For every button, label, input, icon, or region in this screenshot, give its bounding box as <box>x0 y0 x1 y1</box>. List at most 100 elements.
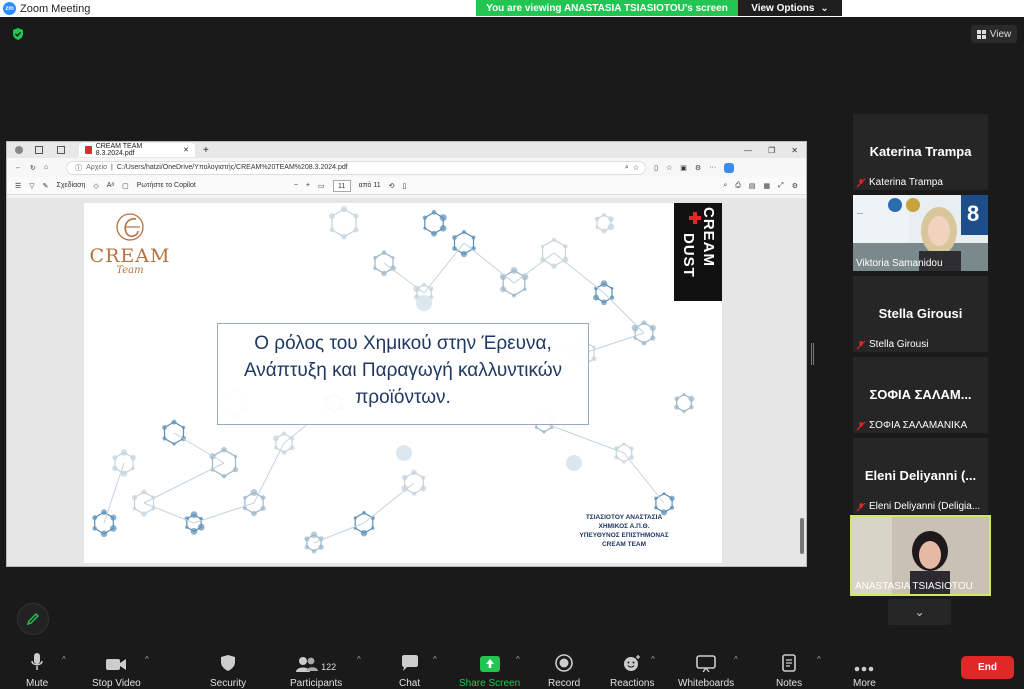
view-button[interactable]: View <box>971 25 1017 43</box>
whiteboards-options-caret[interactable]: ^ <box>734 655 738 664</box>
reactions-options-caret[interactable]: ^ <box>651 655 655 664</box>
collections-icon[interactable]: ▣ <box>680 164 687 172</box>
participant-tile[interactable]: ΣΟΦΙΑ ΣΑΛΑΜ... ΣΟΦΙΑ ΣΑΛΑΜΑΝΙΚΑ <box>853 357 988 433</box>
mic-muted-icon <box>856 502 866 511</box>
more-browser-icon[interactable]: ··· <box>709 164 716 171</box>
share-options-caret[interactable]: ^ <box>516 655 520 664</box>
favorite-star-icon[interactable]: ☆ <box>633 164 645 172</box>
find-icon[interactable]: ⌕ <box>723 182 727 190</box>
participant-tile[interactable]: Stella Girousi Stella Girousi <box>853 276 988 352</box>
mic-muted-icon <box>856 178 866 187</box>
active-speaker-tile[interactable]: ANASTASIA TSIASIOTOU <box>850 515 991 596</box>
save-icon[interactable]: ▤ <box>749 182 756 190</box>
split-screen-icon[interactable]: ▯ <box>654 164 658 172</box>
video-camera-icon <box>106 659 127 670</box>
participants-options-caret[interactable]: ^ <box>357 655 361 664</box>
more-button[interactable]: More <box>853 650 876 689</box>
stop-video-button[interactable]: Stop Video <box>92 650 141 689</box>
annotate-button[interactable] <box>17 603 49 635</box>
tab-actions-icon[interactable] <box>57 146 65 154</box>
contents-icon[interactable]: ☰ <box>15 182 21 190</box>
window-title: Zoom Meeting <box>20 2 91 15</box>
save-as-icon[interactable]: ▦ <box>763 182 770 190</box>
info-icon[interactable]: ⓘ <box>75 163 82 173</box>
highlight-icon[interactable]: ▽ <box>29 182 34 190</box>
resize-handle[interactable] <box>811 343 814 365</box>
notes-icon <box>782 654 796 672</box>
end-meeting-button[interactable]: End <box>961 656 1014 679</box>
view-options-button[interactable]: View Options ⌄ <box>738 0 842 16</box>
reactions-button[interactable]: Reactions <box>610 650 654 689</box>
pdf-scrollbar[interactable] <box>800 518 804 554</box>
cream-monogram-icon <box>116 213 144 241</box>
new-tab-icon[interactable]: + <box>203 145 209 156</box>
dust-cream-logo: DUST CREAM <box>674 203 722 301</box>
zoom-icon[interactable]: ⌕ <box>625 164 629 172</box>
fit-page-icon[interactable]: ▭ <box>318 182 325 190</box>
whiteboards-button[interactable]: Whiteboards <box>678 650 734 689</box>
page-view-icon[interactable]: ▯ <box>403 182 407 190</box>
read-aloud-icon[interactable]: Aᵃ <box>107 182 114 189</box>
notes-options-caret[interactable]: ^ <box>817 655 821 664</box>
print-icon[interactable]: ⎙ <box>735 182 741 190</box>
share-screen-icon <box>479 656 500 672</box>
mute-button[interactable]: Mute <box>26 650 48 689</box>
rotate-icon[interactable]: ⟲ <box>389 182 395 190</box>
eraser-icon[interactable]: ◇ <box>93 182 98 190</box>
chevron-down-icon: ⌄ <box>820 2 829 14</box>
scroll-participants-button[interactable]: ⌄ <box>888 599 951 625</box>
home-icon[interactable]: ⌂ <box>44 164 48 171</box>
copilot-icon[interactable] <box>724 162 735 173</box>
browser-tab[interactable]: CREAM TEAM 8.3.2024.pdf ✕ <box>79 143 195 157</box>
zoom-out-icon[interactable]: − <box>294 182 298 189</box>
participant-label: Stella Girousi <box>856 339 928 350</box>
back-icon[interactable]: ← <box>15 164 22 171</box>
participant-label: Viktoria Samanidou <box>856 258 943 269</box>
chat-button[interactable]: Chat <box>399 650 420 689</box>
svg-text:—: — <box>857 211 863 217</box>
address-bar[interactable]: ⓘ Αρχείο | C:/Users/hatzi/OneDrive/Υπολο… <box>66 160 647 175</box>
audio-options-caret[interactable]: ^ <box>62 655 66 664</box>
immersive-icon[interactable]: ▢ <box>122 182 129 190</box>
zoom-logo-icon: zm <box>3 2 16 15</box>
title-line-1: Ο ρόλος του Χημικού στην Έρευνα, <box>254 333 552 354</box>
copilot-prompt[interactable]: Ρωτήστε το Copilot <box>137 182 196 189</box>
zoom-in-icon[interactable]: + <box>306 182 310 189</box>
security-button[interactable]: Security <box>210 650 246 689</box>
profile-icon[interactable] <box>15 146 23 154</box>
title-line-3: προϊόντων. <box>355 387 451 408</box>
notes-button[interactable]: Notes <box>776 650 802 689</box>
refresh-icon[interactable]: ↻ <box>30 164 36 172</box>
author-signature: ΤΣΙΑΣΙΟΤΟΥ ΑΝΑΣΤΑΣΙΑ ΧΗΜΙΚΟΣ Α.Π.Θ. ΥΠΕΥ… <box>564 513 684 549</box>
browser-tab-strip: CREAM TEAM 8.3.2024.pdf ✕ + — ❐ ✕ <box>7 142 806 158</box>
close-icon[interactable]: ✕ <box>791 146 798 155</box>
minimize-icon[interactable]: — <box>744 146 752 155</box>
fullscreen-icon[interactable]: ⤢ <box>778 182 784 190</box>
maximize-icon[interactable]: ❐ <box>768 146 775 155</box>
address-url: C:/Users/hatzi/OneDrive/Υπολογιστής/CREA… <box>116 164 348 171</box>
participant-tile[interactable]: Eleni Deliyanni (... Eleni Deliyanni (De… <box>853 438 988 514</box>
participant-tile[interactable]: Katerina Trampa Katerina Trampa <box>853 114 988 190</box>
participant-video-tile[interactable]: — 8 Viktoria Samanidou <box>853 195 988 271</box>
reactions-smiley-icon <box>624 655 641 671</box>
record-button[interactable]: Record <box>548 650 580 689</box>
mic-muted-icon <box>856 421 866 430</box>
workspaces-icon[interactable] <box>35 146 43 154</box>
settings-icon[interactable]: ⚙ <box>792 182 806 190</box>
video-options-caret[interactable]: ^ <box>145 655 149 664</box>
share-screen-button[interactable]: Share Screen <box>459 650 520 689</box>
pdf-viewport[interactable]: CREAM Team DUST CREAM Ο ρόλος του Χημικο… <box>7 198 806 566</box>
draw-label[interactable]: Σχεδίαση <box>57 182 86 189</box>
participant-label: Eleni Deliyanni (Deligia... <box>856 501 980 512</box>
viewing-text: You are viewing ANASTASIA TSIASIOTOU's s… <box>486 2 728 14</box>
extensions-icon[interactable]: ⚙ <box>695 164 701 172</box>
page-number-input[interactable]: 11 <box>332 179 351 192</box>
favorites-icon[interactable]: ☆ <box>666 164 672 172</box>
notes-label: Notes <box>776 678 803 689</box>
close-tab-icon[interactable]: ✕ <box>183 146 189 154</box>
encryption-shield-icon[interactable] <box>11 27 25 41</box>
participant-name: ΣΟΦΙΑ ΣΑΛΑΜΑΝΙΚΑ <box>869 420 968 431</box>
draw-icon[interactable]: ✎ <box>43 182 49 190</box>
participants-button[interactable]: 122 Participants <box>290 650 342 689</box>
chat-options-caret[interactable]: ^ <box>433 655 437 664</box>
